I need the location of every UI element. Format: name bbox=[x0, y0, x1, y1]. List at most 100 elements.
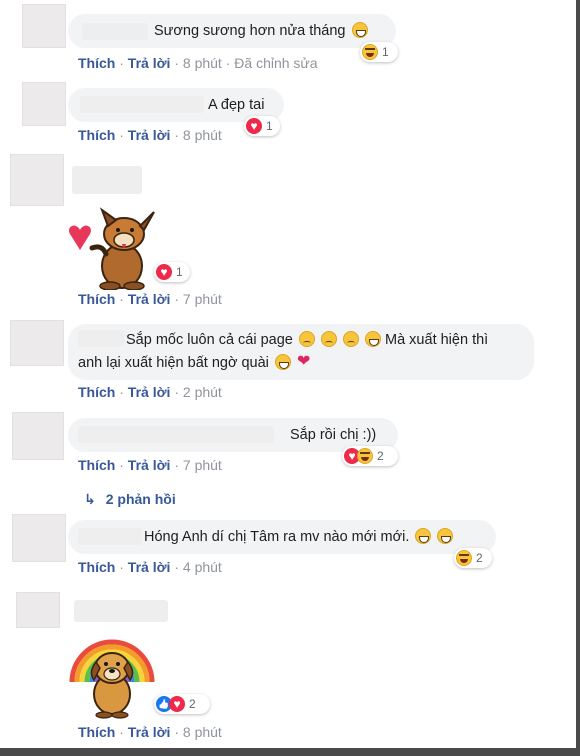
red-heart-emoji-icon bbox=[297, 352, 313, 371]
dog-with-rainbow-sticker bbox=[69, 639, 155, 719]
separator: · bbox=[174, 457, 179, 473]
reply-link[interactable]: Trả lời bbox=[128, 724, 171, 740]
squinting-tongue-emoji-icon bbox=[274, 354, 291, 370]
comment-bubble: Sương sương hơn nửa tháng bbox=[68, 14, 396, 48]
tired-face-emoji-icon bbox=[364, 331, 381, 347]
separator: · bbox=[119, 559, 124, 575]
comment-actions: Thích · Trả lời · 2 phút bbox=[78, 384, 222, 400]
comment-actions: Thích · Trả lời · 7 phút bbox=[78, 457, 222, 473]
reaction-summary[interactable]: 2 bbox=[342, 446, 398, 466]
reaction-count: 1 bbox=[266, 119, 273, 133]
author-name[interactable] bbox=[78, 426, 274, 443]
like-link[interactable]: Thích bbox=[78, 127, 115, 143]
reaction-count: 2 bbox=[476, 551, 483, 565]
avatar[interactable] bbox=[10, 320, 64, 366]
like-link[interactable]: Thích bbox=[78, 55, 115, 71]
reaction-summary[interactable]: 1 bbox=[154, 262, 190, 282]
timestamp[interactable]: 8 phút bbox=[183, 55, 222, 71]
love-reaction-icon bbox=[246, 117, 262, 135]
reaction-summary[interactable]: 1 bbox=[360, 42, 398, 62]
separator: · bbox=[174, 384, 179, 400]
timestamp[interactable]: 7 phút bbox=[183, 457, 222, 473]
timestamp[interactable]: 4 phút bbox=[183, 559, 222, 575]
like-link[interactable]: Thích bbox=[78, 457, 115, 473]
reply-link[interactable]: Trả lời bbox=[128, 457, 171, 473]
comment-text: Hóng Anh dí chị Tâm ra mv nào mới mới. bbox=[144, 528, 454, 547]
haha-reaction-icon bbox=[357, 448, 373, 464]
comment-actions: Thích · Trả lời · 7 phút bbox=[78, 291, 222, 307]
disappointed-emoji-icon bbox=[298, 331, 315, 347]
avatar[interactable] bbox=[22, 4, 66, 48]
author-name[interactable] bbox=[72, 166, 142, 194]
timestamp[interactable]: 2 phút bbox=[183, 384, 222, 400]
separator: · bbox=[119, 291, 124, 307]
separator: · bbox=[119, 127, 124, 143]
avatar[interactable] bbox=[16, 592, 60, 628]
comment-actions: Thích · Trả lời · 4 phút bbox=[78, 559, 222, 575]
window-border-bottom bbox=[0, 748, 580, 756]
avatar[interactable] bbox=[22, 82, 66, 126]
dog-eye-left bbox=[116, 228, 120, 232]
reaction-summary[interactable]: 2 bbox=[454, 548, 492, 568]
separator: · bbox=[174, 724, 179, 740]
dog-eye-right bbox=[116, 662, 120, 666]
author-name[interactable] bbox=[80, 96, 204, 113]
reply-arrow-icon: ↳ bbox=[84, 491, 96, 507]
edited-label[interactable]: Đã chỉnh sửa bbox=[234, 55, 317, 71]
author-name[interactable] bbox=[78, 330, 124, 347]
separator: · bbox=[174, 559, 179, 575]
dog-foot-right bbox=[123, 281, 145, 290]
avatar[interactable] bbox=[10, 154, 64, 206]
separator: · bbox=[119, 55, 124, 71]
comment-actions: Thích · Trả lời · 8 phút · Đã chỉnh sửa bbox=[78, 55, 318, 71]
comment-bubble: Sắp mốc luôn cả cái page Mà xuất hiện th… bbox=[68, 324, 534, 380]
reply-link[interactable]: Trả lời bbox=[128, 127, 171, 143]
reply-link[interactable]: Trả lời bbox=[128, 55, 171, 71]
heart-icon bbox=[69, 225, 91, 250]
disappointed-emoji-icon bbox=[320, 331, 337, 347]
haha-reaction-icon bbox=[456, 550, 472, 566]
love-reaction-icon bbox=[169, 695, 185, 713]
haha-reaction-icon bbox=[362, 44, 378, 60]
comment-actions: Thích · Trả lời · 8 phút bbox=[78, 724, 222, 740]
disappointed-emoji-icon bbox=[342, 331, 359, 347]
author-name[interactable] bbox=[74, 600, 168, 622]
timestamp[interactable]: 8 phút bbox=[183, 127, 222, 143]
dog-arm bbox=[89, 244, 109, 257]
reaction-summary[interactable]: 1 bbox=[244, 116, 280, 136]
like-link[interactable]: Thích bbox=[78, 291, 115, 307]
avatar[interactable] bbox=[12, 412, 64, 460]
author-name[interactable] bbox=[78, 528, 142, 545]
grinning-sweat-emoji-icon bbox=[351, 22, 368, 38]
comment-bubble: Hóng Anh dí chị Tâm ra mv nào mới mới. bbox=[68, 520, 496, 554]
author-name[interactable] bbox=[82, 23, 148, 40]
separator: · bbox=[174, 291, 179, 307]
like-link[interactable]: Thích bbox=[78, 724, 115, 740]
dog-eye-right bbox=[130, 228, 134, 232]
comment-actions: Thích · Trả lời · 8 phút bbox=[78, 127, 222, 143]
reaction-count: 1 bbox=[382, 45, 389, 59]
replies-count-label: 2 phản hồi bbox=[105, 491, 176, 507]
dog-foot-right bbox=[111, 711, 129, 719]
separator: · bbox=[174, 127, 179, 143]
reaction-count: 1 bbox=[176, 265, 183, 279]
avatar[interactable] bbox=[12, 514, 66, 562]
reaction-count: 2 bbox=[189, 697, 196, 711]
comment-text: Sương sương hơn nửa tháng bbox=[154, 22, 368, 41]
view-replies-link[interactable]: ↳ 2 phản hồi bbox=[84, 491, 176, 508]
reaction-summary[interactable]: 2 bbox=[154, 694, 210, 714]
comment-text-line1: Sắp mốc luôn cả cái page Mà xuất hiện th… bbox=[126, 331, 489, 348]
like-link[interactable]: Thích bbox=[78, 559, 115, 575]
like-link[interactable]: Thích bbox=[78, 384, 115, 400]
grinning-squinting-emoji-icon bbox=[415, 528, 432, 544]
comment-text: Sắp rồi chị :)) bbox=[290, 427, 377, 443]
timestamp[interactable]: 7 phút bbox=[183, 291, 222, 307]
love-reaction-icon bbox=[156, 263, 172, 281]
comment-text: A đẹp tai bbox=[208, 97, 265, 113]
timestamp[interactable]: 8 phút bbox=[183, 724, 222, 740]
reply-link[interactable]: Trả lời bbox=[128, 559, 171, 575]
reply-link[interactable]: Trả lời bbox=[128, 291, 171, 307]
separator: · bbox=[119, 457, 124, 473]
reply-link[interactable]: Trả lời bbox=[128, 384, 171, 400]
dog-foot-left bbox=[99, 281, 121, 290]
